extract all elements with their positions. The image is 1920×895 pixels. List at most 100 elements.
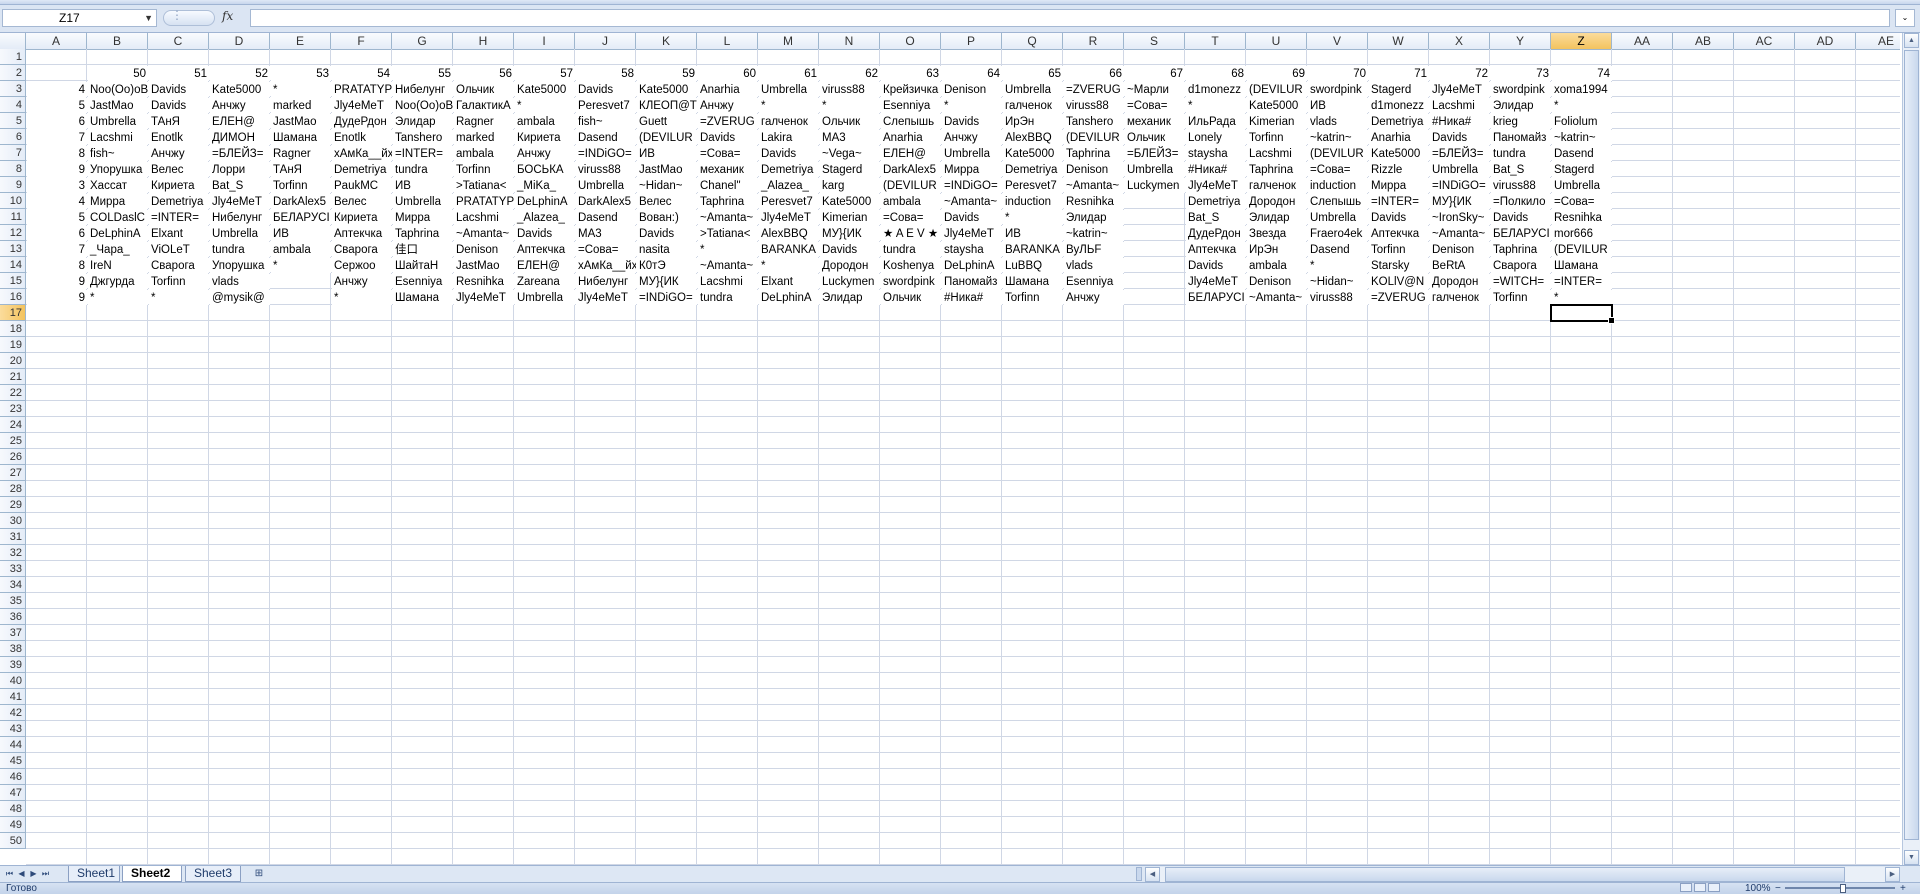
cell-l4[interactable]: Анчжу: [698, 98, 758, 113]
cell-e3[interactable]: *: [271, 82, 331, 97]
cell-v12[interactable]: Fraero4ek: [1308, 226, 1368, 241]
cell-m4[interactable]: *: [759, 98, 819, 113]
row-header-12[interactable]: 12: [0, 225, 26, 241]
cell-t10[interactable]: Demetriya: [1186, 194, 1246, 209]
cell-l16[interactable]: tundra: [698, 290, 758, 305]
cell-a4[interactable]: 5: [27, 98, 87, 113]
cell-q2[interactable]: 65: [1003, 66, 1063, 81]
column-header-e[interactable]: E: [270, 33, 331, 49]
cell-k16[interactable]: =INDiGO=: [637, 290, 697, 305]
cell-x7[interactable]: =БЛЕЙЗ=: [1430, 146, 1490, 161]
cell-g10[interactable]: Umbrella: [393, 194, 453, 209]
cell-n15[interactable]: Luckymen: [820, 274, 880, 289]
cell-a10[interactable]: 4: [27, 194, 87, 209]
cell-z8[interactable]: Stagerd: [1552, 162, 1612, 177]
cell-b6[interactable]: Lacshmi: [88, 130, 148, 145]
cell-j8[interactable]: viruss88: [576, 162, 636, 177]
column-header-m[interactable]: M: [758, 33, 819, 49]
row-header-11[interactable]: 11: [0, 209, 26, 225]
cell-l14[interactable]: ~Amanta~: [698, 258, 758, 273]
column-header-o[interactable]: O: [880, 33, 941, 49]
cell-w3[interactable]: Stagerd: [1369, 82, 1429, 97]
cell-s2[interactable]: 67: [1125, 66, 1185, 81]
cell-p10[interactable]: ~Amanta~: [942, 194, 1002, 209]
cell-i7[interactable]: Анчжу: [515, 146, 575, 161]
cell-n3[interactable]: viruss88: [820, 82, 880, 97]
normal-view-button[interactable]: [1680, 883, 1692, 892]
cell-t16[interactable]: БЕЛАРУСІ: [1186, 290, 1246, 305]
cell-t9[interactable]: Jly4eMeT: [1186, 178, 1246, 193]
cell-x3[interactable]: Jly4eMeT: [1430, 82, 1490, 97]
cell-r11[interactable]: Элидар: [1064, 210, 1124, 225]
cell-g4[interactable]: Noo(Oo)oB: [393, 98, 453, 113]
cell-k4[interactable]: КЛЕОП@Т: [637, 98, 697, 113]
cell-c15[interactable]: Torfinn: [149, 274, 209, 289]
cell-c7[interactable]: Анчжу: [149, 146, 209, 161]
cell-i14[interactable]: ЕЛЕН@: [515, 258, 575, 273]
cell-j6[interactable]: Dasend: [576, 130, 636, 145]
cell-p11[interactable]: Davids: [942, 210, 1002, 225]
cell-j4[interactable]: Peresvet7: [576, 98, 636, 113]
row-header-43[interactable]: 43: [0, 721, 26, 737]
cell-j11[interactable]: Dasend: [576, 210, 636, 225]
cell-d16[interactable]: @mysik@: [210, 290, 270, 305]
cell-m2[interactable]: 61: [759, 66, 819, 81]
cell-n13[interactable]: Davids: [820, 242, 880, 257]
cell-e6[interactable]: Шамана: [271, 130, 331, 145]
column-header-h[interactable]: H: [453, 33, 514, 49]
row-header-16[interactable]: 16: [0, 289, 26, 305]
cell-j16[interactable]: Jly4eMeT: [576, 290, 636, 305]
cell-d10[interactable]: Jly4eMeT: [210, 194, 270, 209]
cell-v11[interactable]: Umbrella: [1308, 210, 1368, 225]
cell-x9[interactable]: =INDiGO=: [1430, 178, 1490, 193]
cell-q16[interactable]: Torfinn: [1003, 290, 1063, 305]
cell-h10[interactable]: PRATATYP: [454, 194, 514, 209]
cell-n11[interactable]: Kimerian: [820, 210, 880, 225]
cell-d3[interactable]: Kate5000: [210, 82, 270, 97]
cell-v8[interactable]: =Сова=: [1308, 162, 1368, 177]
cell-x13[interactable]: Denison: [1430, 242, 1490, 257]
cell-g9[interactable]: ИВ: [393, 178, 453, 193]
cell-x5[interactable]: #Ника#: [1430, 114, 1490, 129]
cell-o4[interactable]: Esenniya: [881, 98, 941, 113]
cell-z2[interactable]: 74: [1552, 66, 1612, 81]
cell-f3[interactable]: PRATATYP: [332, 82, 392, 97]
column-header-p[interactable]: P: [941, 33, 1002, 49]
cell-z3[interactable]: xoma1994: [1552, 82, 1612, 97]
row-header-31[interactable]: 31: [0, 529, 26, 545]
cell-p7[interactable]: Umbrella: [942, 146, 1002, 161]
cell-e7[interactable]: Ragner: [271, 146, 331, 161]
cell-t3[interactable]: d1monezz: [1186, 82, 1246, 97]
row-header-18[interactable]: 18: [0, 321, 26, 337]
cell-w12[interactable]: Аптекчка: [1369, 226, 1429, 241]
row-header-28[interactable]: 28: [0, 481, 26, 497]
cell-u12[interactable]: Звезда: [1247, 226, 1307, 241]
cell-f2[interactable]: 54: [332, 66, 392, 81]
cell-b7[interactable]: fish~: [88, 146, 148, 161]
cell-l7[interactable]: =Сова=: [698, 146, 758, 161]
cell-t5[interactable]: ИльРада: [1186, 114, 1246, 129]
column-header-ab[interactable]: AB: [1673, 33, 1734, 49]
cell-o16[interactable]: Ольчик: [881, 290, 941, 305]
cell-k11[interactable]: Вован:): [637, 210, 697, 225]
column-header-c[interactable]: C: [148, 33, 209, 49]
cell-g7[interactable]: =INTER=: [393, 146, 453, 161]
cell-b10[interactable]: Мирра: [88, 194, 148, 209]
cell-z9[interactable]: Umbrella: [1552, 178, 1612, 193]
cell-j2[interactable]: 58: [576, 66, 636, 81]
cell-b16[interactable]: *: [88, 290, 148, 305]
cell-j14[interactable]: хАмКа__йх: [576, 258, 636, 273]
select-all-button[interactable]: [0, 33, 26, 49]
cell-q3[interactable]: Umbrella: [1003, 82, 1063, 97]
last-sheet-icon[interactable]: ⏭: [40, 867, 51, 881]
cell-m6[interactable]: Lakira: [759, 130, 819, 145]
cell-e11[interactable]: БЕЛАРУСІ: [271, 210, 331, 225]
cell-w15[interactable]: KOLlV@N: [1369, 274, 1429, 289]
cell-p6[interactable]: Анчжу: [942, 130, 1002, 145]
cell-d2[interactable]: 52: [210, 66, 270, 81]
cell-n10[interactable]: Kate5000: [820, 194, 880, 209]
next-sheet-icon[interactable]: ▶: [28, 867, 39, 881]
cell-v4[interactable]: ИВ: [1308, 98, 1368, 113]
cell-z6[interactable]: ~katrin~: [1552, 130, 1612, 145]
row-header-34[interactable]: 34: [0, 577, 26, 593]
